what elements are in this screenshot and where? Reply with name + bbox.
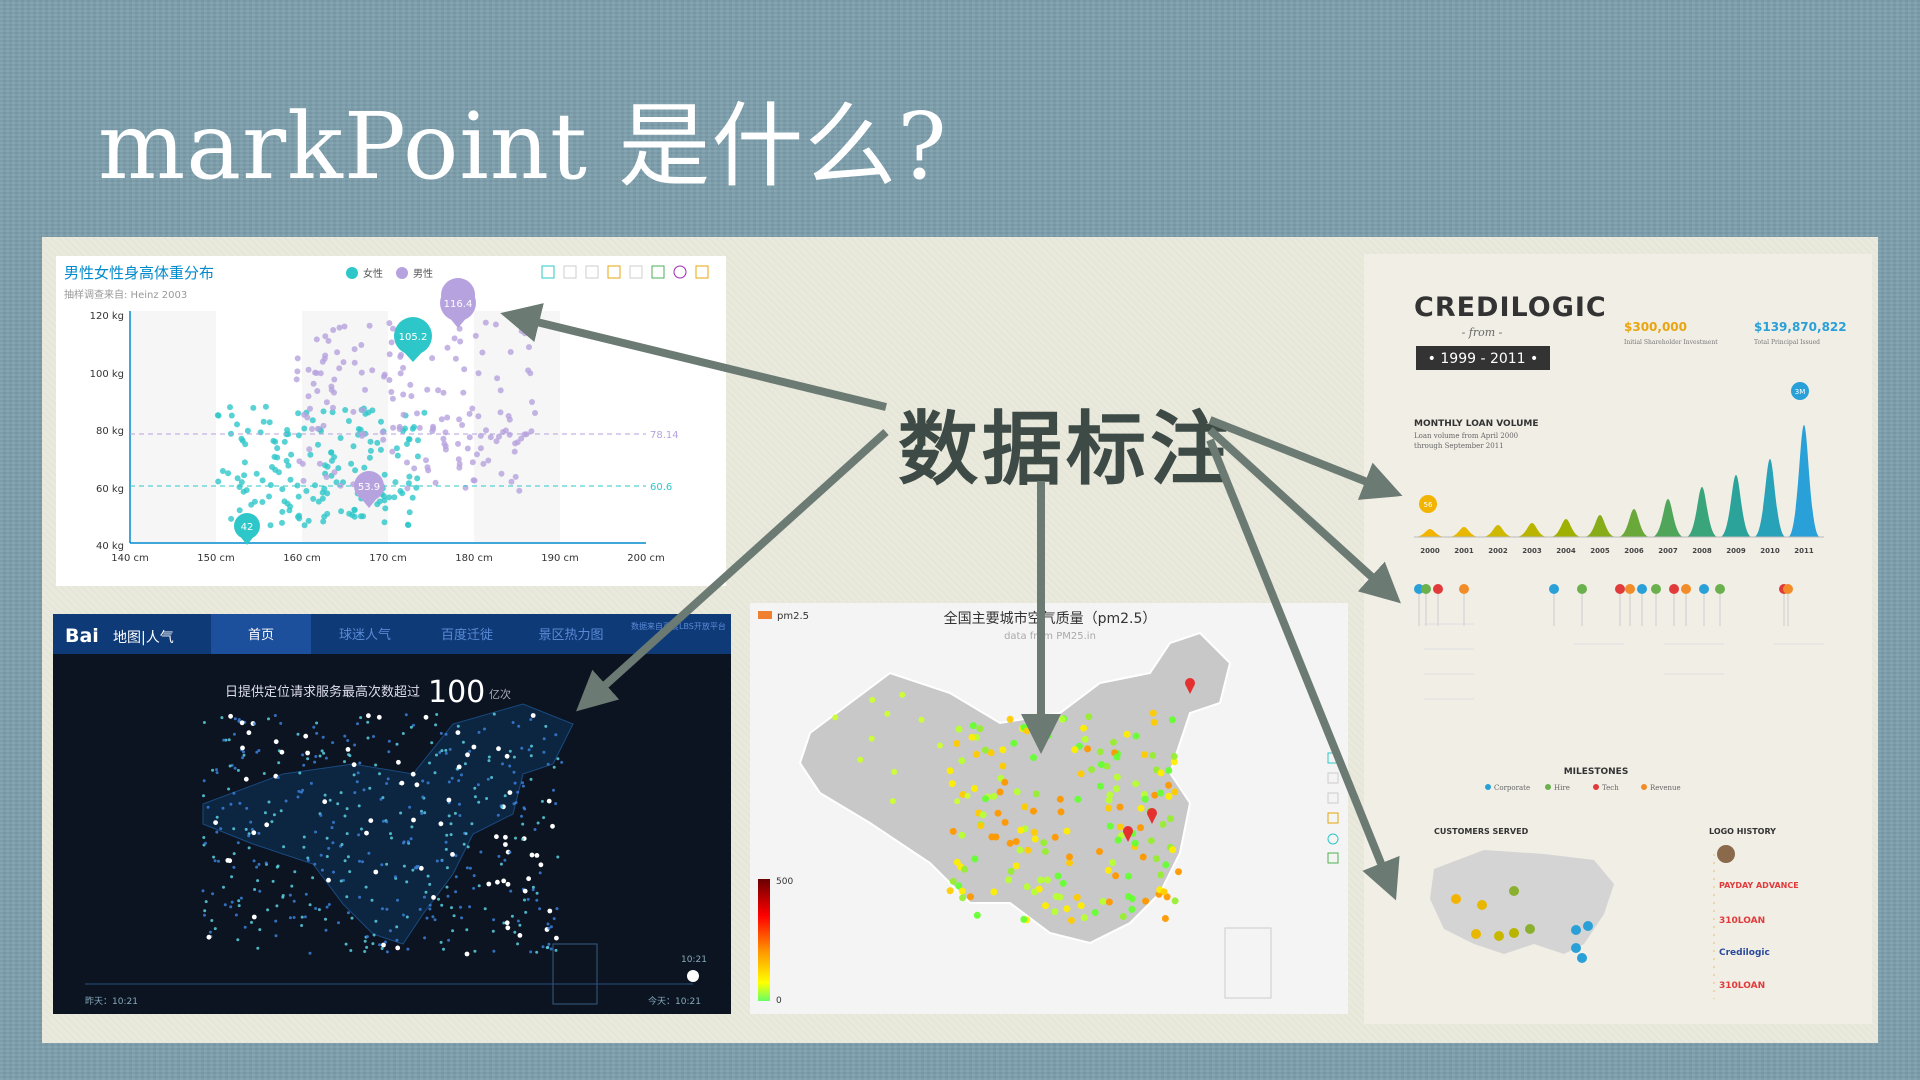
arrow-to-scatter [500, 303, 887, 411]
arrow-to-baidu [576, 429, 889, 712]
annotation-arrows [500, 303, 1403, 901]
